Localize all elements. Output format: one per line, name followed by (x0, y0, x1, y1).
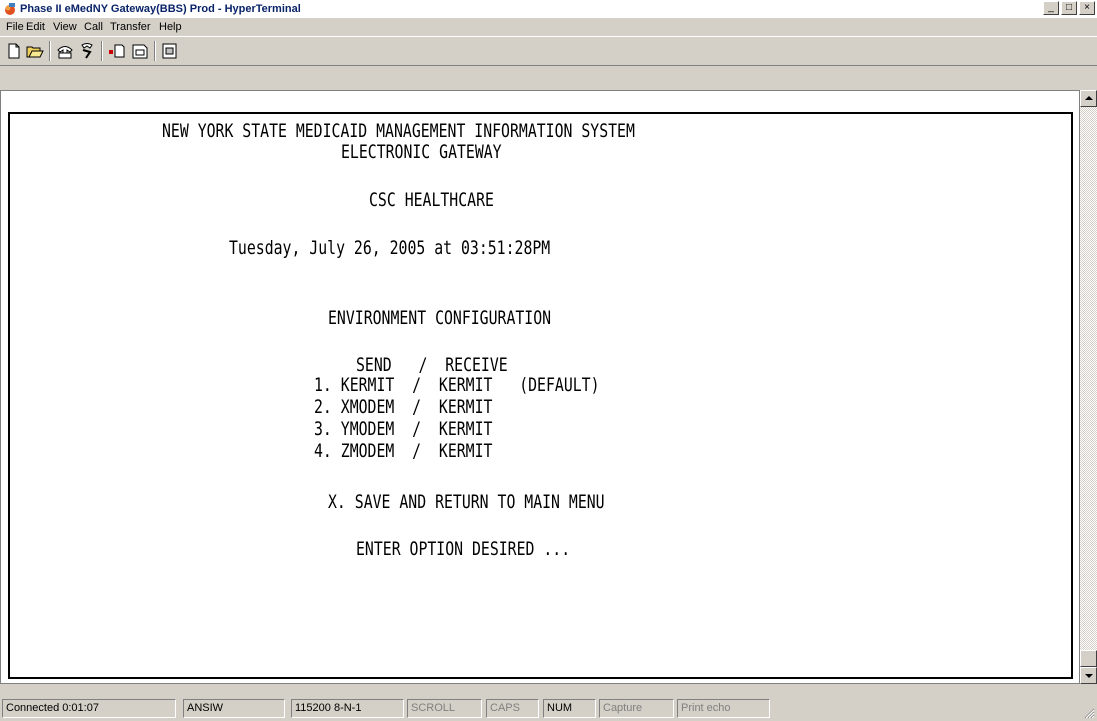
terminal-datetime: Tuesday, July 26, 2005 at 03:51:28PM (229, 237, 551, 259)
window-title: Phase II eMedNY Gateway(BBS) Prod - Hype… (20, 3, 301, 15)
scroll-up-button[interactable] (1080, 90, 1097, 107)
disconnect-icon[interactable] (77, 41, 97, 61)
status-scroll: SCROLL (407, 699, 482, 718)
scroll-thumb[interactable] (1080, 650, 1097, 667)
terminal-option-exit: X. SAVE AND RETURN TO MAIN MENU (328, 491, 605, 513)
terminal-option-4: 4. ZMODEM / KERMIT (314, 440, 493, 462)
receive-icon[interactable] (130, 41, 150, 61)
open-icon[interactable] (25, 41, 45, 61)
hyperterminal-app-icon[interactable] (3, 2, 17, 16)
close-button[interactable]: × (1079, 1, 1095, 15)
vertical-scrollbar[interactable] (1080, 90, 1097, 684)
terminal-company: CSC HEALTHCARE (369, 189, 494, 211)
properties-icon[interactable] (160, 41, 180, 61)
connect-icon[interactable] (55, 41, 75, 61)
status-print-echo: Print echo (677, 699, 770, 718)
status-capture: Capture (599, 699, 674, 718)
menu-edit[interactable]: Edit (26, 20, 45, 34)
scroll-down-button[interactable] (1080, 667, 1097, 684)
status-port-settings: 115200 8-N-1 (291, 699, 404, 718)
toolbar-separator (49, 41, 51, 61)
terminal-header: NEW YORK STATE MEDICAID MANAGEMENT INFOR… (162, 120, 635, 142)
menu-help[interactable]: Help (159, 20, 182, 34)
terminal-section-title: ENVIRONMENT CONFIGURATION (328, 307, 552, 329)
menu-file[interactable]: File (6, 20, 24, 34)
window-controls: _ □ × (1041, 1, 1095, 17)
menu-view[interactable]: View (53, 20, 77, 34)
toolbar-separator (101, 41, 103, 61)
menu-call[interactable]: Call (84, 20, 103, 34)
new-icon[interactable] (4, 41, 24, 61)
status-bar: Connected 0:01:07 ANSIW 115200 8-N-1 SCR… (0, 696, 1097, 721)
status-emulation: ANSIW (183, 699, 285, 718)
maximize-button[interactable]: □ (1061, 1, 1077, 15)
arrow-up-icon (1085, 96, 1093, 100)
title-bar: Phase II eMedNY Gateway(BBS) Prod - Hype… (0, 0, 1097, 18)
terminal-option-3: 3. YMODEM / KERMIT (314, 418, 493, 440)
terminal-column-header: SEND / RECEIVE (356, 354, 508, 376)
arrow-down-icon (1085, 674, 1093, 678)
terminal-prompt: ENTER OPTION DESIRED ... (356, 538, 571, 560)
terminal-subheader: ELECTRONIC GATEWAY (341, 141, 502, 163)
toolbar-separator (154, 41, 156, 61)
status-num: NUM (543, 699, 596, 718)
menu-bar: File Edit View Call Transfer Help (0, 18, 1097, 36)
resize-grip-icon[interactable] (1083, 707, 1095, 719)
minimize-button[interactable]: _ (1043, 1, 1059, 15)
send-icon[interactable] (107, 41, 127, 61)
status-caps: CAPS (486, 699, 539, 718)
terminal-option-2: 2. XMODEM / KERMIT (314, 396, 493, 418)
status-connection-time: Connected 0:01:07 (2, 699, 176, 718)
toolbar (0, 36, 1097, 66)
terminal-option-1: 1. KERMIT / KERMIT (DEFAULT) (314, 374, 600, 396)
menu-transfer[interactable]: Transfer (110, 20, 151, 34)
